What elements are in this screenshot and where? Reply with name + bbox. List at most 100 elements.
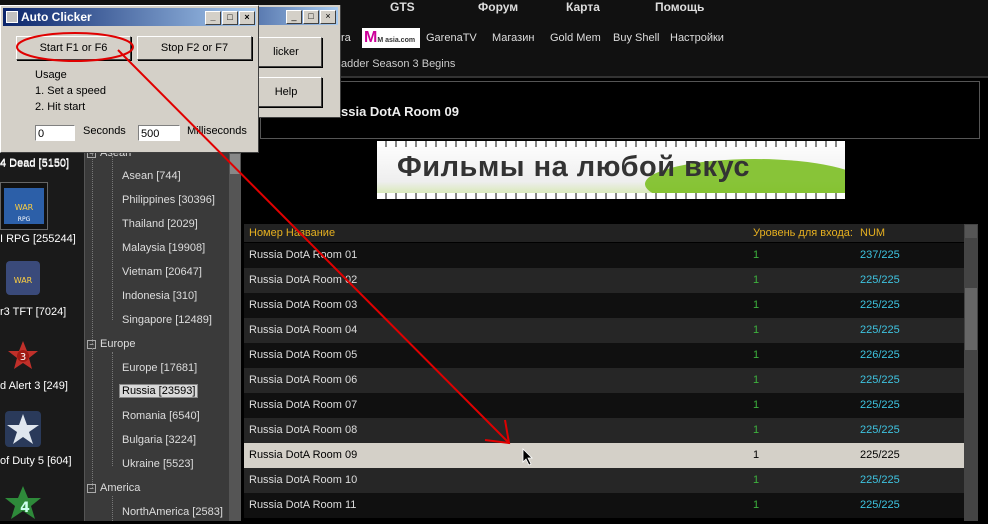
room-table: Номер Название Уровень для входа: NUM Ru… [244, 224, 964, 521]
scroll-up-button[interactable] [965, 225, 977, 238]
table-row[interactable]: Russia DotA Room 02 1 225/225 [244, 268, 964, 293]
tree-item[interactable]: Singapore [12489] [122, 314, 212, 326]
minimize-icon[interactable]: _ [205, 11, 221, 25]
cell-num: 237/225 [860, 249, 900, 261]
table-row[interactable]: Russia DotA Room 07 1 225/225 [244, 393, 964, 418]
maximize-icon[interactable]: □ [222, 11, 238, 25]
cell-level: 1 [753, 399, 760, 411]
svg-text:WAR: WAR [14, 276, 33, 285]
warcraft-rpg-icon[interactable]: WAR RPG [0, 182, 48, 230]
cell-name: Russia DotA Room 11 [249, 499, 357, 511]
milliseconds-input[interactable]: 500 [138, 125, 180, 141]
tree-line [92, 154, 93, 344]
game-label-red-alert-3[interactable]: d Alert 3 [249] [0, 380, 84, 392]
close-icon[interactable]: × [239, 11, 255, 25]
nav-garenatv[interactable]: GarenaTV [426, 32, 477, 44]
cell-name: Russia DotA Room 09 [249, 449, 358, 461]
nav-partial[interactable]: ra [341, 32, 351, 44]
cell-level: 1 [753, 474, 760, 486]
cell-name: Russia DotA Room 01 [249, 249, 358, 261]
warcraft-tft-icon[interactable]: WAR [4, 259, 42, 297]
table-row[interactable]: Russia DotA Room 10 1 225/225 [244, 468, 964, 493]
column-header-num[interactable]: NUM [860, 227, 885, 239]
nav-settings[interactable]: Настройки [670, 32, 724, 44]
tree-item[interactable]: Asean [744] [122, 170, 181, 182]
tree-item-selected[interactable]: Russia [23593] [119, 384, 199, 398]
tree-item[interactable]: Bulgaria [3224] [122, 434, 196, 446]
collapse-icon[interactable]: − [87, 483, 96, 493]
tree-scrollbar[interactable] [229, 140, 241, 521]
nav-help[interactable]: Помощь [655, 0, 704, 14]
cell-num: 225/225 [860, 324, 900, 336]
svg-text:3: 3 [20, 352, 26, 363]
usage-title: Usage [35, 69, 67, 81]
window-titlebar[interactable]: _ □ × [258, 7, 338, 25]
region-tree: − Asean Asean [744] Philippines [30396] T… [84, 140, 229, 521]
window-titlebar[interactable]: Auto Clicker _ □ × [3, 8, 256, 26]
tree-item[interactable]: Romania [6540] [122, 410, 200, 422]
start-button[interactable]: Start F1 or F6 [16, 36, 131, 60]
tree-group-europe[interactable]: − Europe [87, 338, 135, 350]
mtv-logo[interactable]: MM asia.com [362, 28, 420, 48]
ad-banner[interactable]: Фильмы на любой вкус [377, 141, 845, 199]
help-button[interactable]: Help [250, 77, 322, 107]
table-row[interactable]: Russia DotA Room 03 1 225/225 [244, 293, 964, 318]
cell-num: 226/225 [860, 349, 900, 361]
nav-forum[interactable]: Форум [478, 0, 518, 14]
game-icon-4[interactable]: 4 [4, 484, 42, 521]
tree-line [112, 156, 113, 320]
cell-num: 225/225 [860, 499, 900, 511]
scroll-thumb[interactable] [230, 154, 240, 174]
tree-item[interactable]: Thailand [2029] [122, 218, 198, 230]
column-header-level[interactable]: Уровень для входа: [753, 227, 853, 239]
cell-name: Russia DotA Room 08 [249, 424, 358, 436]
game-label-4dead[interactable]: 4 Dead [5150] [0, 157, 84, 169]
cell-num: 225/225 [860, 374, 900, 386]
game-label-call-of-duty-5[interactable]: of Duty 5 [604] [0, 455, 84, 467]
cell-name: Russia DotA Room 02 [249, 274, 358, 286]
tree-line [112, 352, 113, 466]
tree-item[interactable]: Europe [17681] [122, 362, 197, 374]
nav-gold-mem[interactable]: Gold Mem [550, 32, 601, 44]
table-row[interactable]: Russia DotA Room 05 1 226/225 [244, 343, 964, 368]
nav-shop[interactable]: Магазин [492, 32, 534, 44]
table-row[interactable]: Russia DotA Room 11 1 225/225 [244, 493, 964, 518]
app-icon [6, 11, 18, 23]
cell-name: Russia DotA Room 10 [249, 474, 358, 486]
close-icon[interactable]: × [320, 10, 336, 24]
ladder-news[interactable]: adder Season 3 Begins [341, 58, 455, 70]
clicker-button[interactable]: licker [250, 37, 322, 67]
tree-item[interactable]: Vietnam [20647] [122, 266, 202, 278]
scroll-thumb[interactable] [965, 288, 977, 350]
cell-level: 1 [753, 324, 760, 336]
seconds-input[interactable]: 0 [35, 125, 75, 141]
column-header-name[interactable]: Номер Название [249, 227, 335, 239]
tree-item[interactable]: Malaysia [19908] [122, 242, 205, 254]
nav-map[interactable]: Карта [566, 0, 600, 14]
red-alert-3-icon[interactable]: 3 [6, 339, 40, 373]
nav-gts[interactable]: GTS [390, 0, 415, 14]
minimize-icon[interactable]: _ [286, 10, 302, 24]
call-of-duty-5-icon[interactable] [4, 410, 42, 448]
table-row[interactable]: Russia DotA Room 08 1 225/225 [244, 418, 964, 443]
game-label-warcraft-rpg[interactable]: I RPG [255244] [0, 233, 84, 245]
cell-num: 225/225 [860, 274, 900, 286]
cell-level: 1 [753, 424, 760, 436]
table-row[interactable]: Russia DotA Room 01 1 237/225 [244, 243, 964, 268]
table-row-selected[interactable]: Russia DotA Room 09 1 225/225 [244, 443, 964, 468]
stop-button[interactable]: Stop F2 or F7 [137, 36, 252, 60]
game-label-warcraft-tft[interactable]: r3 TFT [7024] [0, 306, 84, 318]
table-row[interactable]: Russia DotA Room 04 1 225/225 [244, 318, 964, 343]
svg-text:4: 4 [20, 500, 30, 516]
maximize-icon[interactable]: □ [303, 10, 319, 24]
tree-item[interactable]: Philippines [30396] [122, 194, 215, 206]
tree-item[interactable]: Indonesia [310] [122, 290, 197, 302]
table-scrollbar[interactable] [964, 224, 978, 521]
usage-step-2: 2. Hit start [35, 101, 86, 113]
table-row[interactable]: Russia DotA Room 06 1 225/225 [244, 368, 964, 393]
tree-item[interactable]: Ukraine [5523] [122, 458, 194, 470]
cell-level: 1 [753, 349, 760, 361]
nav-buy-shell[interactable]: Buy Shell [613, 32, 659, 44]
tree-group-america[interactable]: − America [87, 482, 140, 494]
tree-item[interactable]: NorthAmerica [2583] [122, 506, 223, 518]
